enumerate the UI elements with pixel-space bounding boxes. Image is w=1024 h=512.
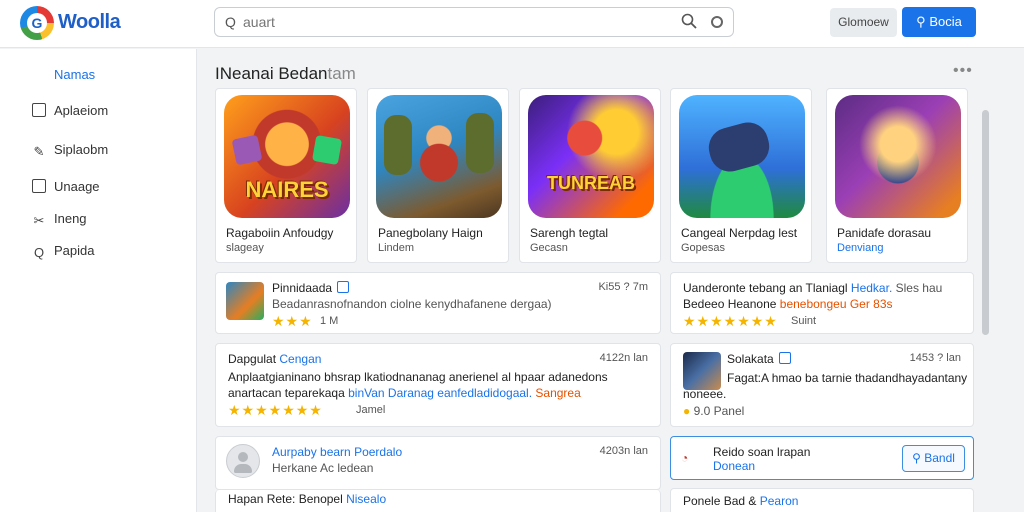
avatar-image: [683, 352, 721, 390]
review-item[interactable]: Aurpaby bearn Poerdalo 4203n lan Herkane…: [215, 436, 661, 490]
rating-count: 1 M: [320, 315, 339, 327]
item-title: Reido soan lrapan: [713, 445, 811, 459]
sidebar: Namas Aplaeiom ✎ Siplaobm Unaage ✂ Ineng Q…: [0, 49, 197, 512]
search-small-icon: ⚲: [912, 451, 921, 465]
review-text: Herkane Ac ledean: [272, 461, 374, 475]
scissors-icon: ✂: [33, 213, 45, 228]
card-subtitle: Denviang: [837, 242, 884, 254]
game-art-image: [679, 95, 805, 218]
search-icon: Q: [33, 245, 45, 260]
pencil-icon: ✎: [33, 144, 45, 159]
top-bar: G Woolla Q Glomoew ⚲ Bocia: [0, 0, 1024, 48]
search-input[interactable]: [243, 13, 663, 31]
game-thumbnail: [226, 282, 264, 320]
game-art-image: [376, 95, 502, 218]
sidebar-item-5[interactable]: Q Papida: [32, 243, 95, 263]
square-icon: [32, 179, 46, 193]
card-subtitle: Gopesas: [681, 242, 726, 254]
review-title: Uanderonte tebang an Tlaniagl Hedkar. Sl…: [683, 281, 943, 295]
featured-card[interactable]: Cangeal Nerpdag lest Gopesas: [670, 88, 812, 263]
more-options-icon[interactable]: •••: [953, 62, 973, 80]
review-text: Hapan Rete: Benopel Nisealo: [228, 492, 387, 506]
search-small-icon: ⚲: [916, 14, 926, 29]
rating-stars: ★★★★★★★: [683, 313, 778, 329]
item-subtitle: Donean: [713, 459, 756, 473]
card-title: Panegbolany Haign: [378, 226, 483, 240]
card-subtitle: Lindem: [378, 242, 415, 254]
review-text: Anplaatgianinano bhsrap lkatiodnananag a…: [228, 370, 608, 384]
review-text: Fagat:A hmao ba tarnie thadandhayadantan…: [727, 371, 968, 385]
verified-badge-icon: [337, 281, 350, 293]
score-icon: ●: [683, 404, 691, 418]
primary-button[interactable]: ⚲ Bocia: [902, 7, 976, 37]
review-item[interactable]: Ponele Bad & Pearon: [670, 488, 974, 512]
message-icon: ◔: [681, 451, 689, 465]
sidebar-item-3[interactable]: Unaage: [32, 179, 100, 199]
magnifier-icon[interactable]: [681, 13, 697, 29]
rating-stars: ★★★★★★★: [228, 402, 323, 418]
review-text: Ponele Bad & Pearon: [683, 494, 799, 508]
sidebar-item-1[interactable]: Aplaeiom: [32, 103, 108, 123]
app-logo-icon[interactable]: G: [20, 6, 54, 40]
voice-search-icon[interactable]: [711, 16, 723, 28]
game-logo-text: NAIRES: [245, 177, 329, 202]
rating-label: Jamel: [356, 404, 386, 416]
review-item[interactable]: Dapgulat Cengan 4122n lan Anplaatgianina…: [215, 343, 661, 427]
review-time: 4122n lan: [599, 352, 648, 364]
review-author: Dapgulat Cengan: [228, 352, 322, 366]
review-item[interactable]: Pinnidaada Ki55 ? 7m Beadanrasnofnandon …: [215, 272, 661, 334]
review-item[interactable]: Uanderonte tebang an Tlaniagl Hedkar. Sl…: [670, 272, 974, 334]
item-action-button[interactable]: ⚲ Bandl: [902, 445, 965, 472]
section-title: INeanai Bedantam: [215, 64, 356, 83]
user-avatar: [226, 444, 260, 478]
secondary-button[interactable]: Glomoew: [830, 8, 897, 37]
brand-name[interactable]: Woolla: [58, 11, 121, 34]
rating-label: Suint: [791, 315, 817, 327]
score-label: ● 9.0 Panel: [683, 404, 745, 418]
card-title: Panidafe dorasau: [837, 226, 932, 240]
featured-card[interactable]: Panidafe dorasau Denviang: [826, 88, 968, 263]
card-title: Cangeal Nerpdag lest: [681, 226, 798, 240]
sidebar-item-4[interactable]: ✂ Ineng: [32, 211, 87, 231]
review-text: Beadanrasnofnandon ciolne kenydhafanene …: [272, 297, 552, 311]
review-text: Bedeeo Heanone benebongeu Ger 83s: [683, 297, 893, 311]
game-art-image: [835, 95, 961, 218]
square-icon: [32, 103, 46, 117]
search-bar[interactable]: Q: [214, 7, 734, 37]
sidebar-item-2[interactable]: ✎ Siplaobm: [32, 142, 109, 162]
card-subtitle: Gecasn: [530, 242, 568, 254]
verified-badge-icon: [778, 352, 791, 364]
scrollbar[interactable]: [982, 110, 989, 335]
review-item[interactable]: Solakata 1453 ? lan Fagat:A hmao ba tarn…: [670, 343, 974, 427]
featured-card[interactable]: NAIRES Ragaboiin Anfoudgy slageay: [215, 88, 357, 263]
sidebar-heading[interactable]: Namas: [54, 67, 95, 82]
card-title: Sarengh tegtal: [530, 226, 609, 240]
card-subtitle: slageay: [226, 242, 264, 254]
review-text: noneee.: [683, 387, 727, 401]
game-logo-text: TUNREAB: [547, 173, 635, 193]
review-author: Pinnidaada: [272, 281, 350, 295]
game-art-image: NAIRES: [224, 95, 350, 218]
review-time: Ki55 ? 7m: [598, 281, 648, 293]
selected-item[interactable]: ◔ Reido soan lrapan Donean ⚲ Bandl: [670, 436, 974, 480]
search-icon: Q: [225, 14, 236, 30]
featured-card[interactable]: Panegbolany Haign Lindem: [367, 88, 509, 263]
featured-card[interactable]: TUNREAB Sarengh tegtal Gecasn: [519, 88, 661, 263]
review-author: Solakata: [727, 352, 791, 366]
game-art-image: TUNREAB: [528, 95, 654, 218]
card-title: Ragaboiin Anfoudgy: [226, 226, 334, 240]
review-text: anartacan teparekaqa binVan Daranag eanf…: [228, 386, 581, 400]
rating-stars: ★★★: [272, 313, 313, 329]
review-time: 4203n lan: [599, 445, 648, 457]
review-time: 1453 ? lan: [909, 352, 961, 364]
review-author: Aurpaby bearn Poerdalo: [272, 445, 403, 459]
review-item[interactable]: Hapan Rete: Benopel Nisealo: [215, 490, 661, 512]
